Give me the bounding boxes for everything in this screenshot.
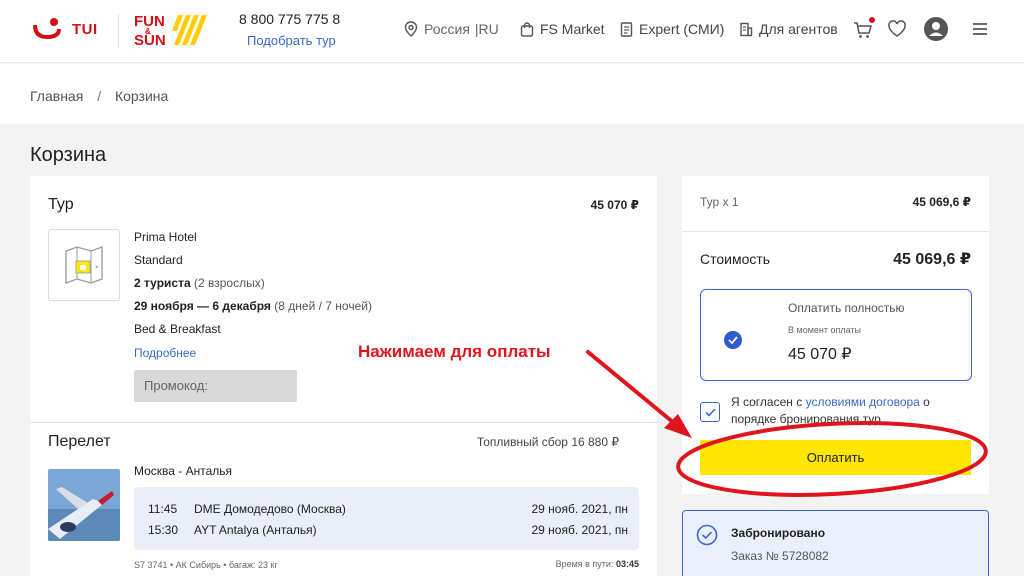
nav-agents[interactable]: Для агентов bbox=[739, 21, 838, 37]
flight-meta: S7 3741 • АК Сибирь • багаж: 23 кг bbox=[134, 560, 278, 570]
nav-expert-label: Expert (СМИ) bbox=[639, 21, 725, 37]
order-number: Заказ № 5728082 bbox=[731, 549, 829, 563]
funsun-logo[interactable]: FUN & SUN bbox=[134, 11, 208, 49]
nav-region-code: |RU bbox=[474, 21, 499, 37]
booked-check-circle-icon bbox=[696, 524, 718, 546]
nav-agents-label: Для агентов bbox=[759, 21, 838, 37]
cart-main-card: Тур 45 070 ₽ × Prima Hotel Standard 2 ту… bbox=[30, 176, 657, 576]
fuel-fee: Топливный сбор 16 880 ₽ bbox=[476, 435, 619, 449]
order-summary-card: Тур x 1 45 069,6 ₽ Стоимость 45 069,6 ₽ … bbox=[682, 176, 989, 494]
meal-plan: Bed & Breakfast bbox=[134, 322, 221, 336]
cost-value: 45 069,6 ₽ bbox=[893, 251, 971, 268]
breadcrumb-current: Корзина bbox=[114, 88, 169, 104]
checkmark-icon bbox=[704, 407, 716, 417]
contract-terms-link[interactable]: условиями договора bbox=[806, 395, 920, 409]
hamburger-menu-icon[interactable] bbox=[972, 22, 988, 41]
breadcrumb: Главная / Корзина bbox=[30, 88, 168, 104]
tourists-info: 2 туриста (2 взрослых) bbox=[134, 276, 265, 290]
selected-check-icon bbox=[724, 331, 742, 349]
breadcrumb-home[interactable]: Главная bbox=[30, 88, 83, 104]
tour-dates: 29 ноября — 6 декабря (8 дней / 7 ночей) bbox=[134, 299, 372, 313]
arrival-airport: AYT Antalya (Анталья) bbox=[194, 523, 317, 537]
tour-count: Тур x 1 bbox=[700, 195, 739, 209]
agree-prefix: Я согласен с bbox=[731, 395, 806, 409]
section-divider bbox=[30, 422, 657, 423]
site-header: TUI FUN & SUN 8 800 775 775 8 Подобрать … bbox=[0, 0, 1024, 63]
tui-smile-icon bbox=[33, 18, 61, 39]
arrival-time: 15:30 bbox=[148, 523, 179, 537]
departure-airport: DME Домодедово (Москва) bbox=[194, 502, 346, 516]
nav-region-label: Россия bbox=[424, 21, 470, 37]
flight-route: Москва - Анталья bbox=[134, 464, 233, 478]
booked-status-card: Забронировано Заказ № 5728082 bbox=[682, 510, 989, 576]
favorites-heart-icon[interactable] bbox=[887, 20, 907, 43]
tour-section-title: Тур bbox=[48, 196, 74, 213]
cart-icon[interactable] bbox=[853, 17, 875, 45]
departure-time: 11:45 bbox=[148, 502, 178, 516]
summary-divider bbox=[682, 231, 989, 232]
shopping-bag-icon bbox=[520, 21, 534, 37]
map-icon: × bbox=[65, 246, 103, 284]
pay-option-title: Оплатить полностью bbox=[788, 301, 905, 315]
flight-duration-label: Время в пути: bbox=[555, 559, 614, 569]
room-type: Standard bbox=[134, 253, 183, 267]
hotel-name: Prima Hotel bbox=[134, 230, 197, 244]
document-icon bbox=[620, 21, 633, 37]
hotel-map-thumbnail[interactable]: × bbox=[48, 229, 120, 301]
tui-logo[interactable]: TUI bbox=[30, 17, 98, 41]
more-details-link[interactable]: Подробнее bbox=[134, 346, 196, 360]
flight-duration-value: 03:45 bbox=[615, 559, 639, 569]
nav-expert[interactable]: Expert (СМИ) bbox=[620, 21, 724, 37]
phone-number[interactable]: 8 800 775 775 8 bbox=[239, 11, 340, 27]
departure-date: 29 нояб. 2021, пн bbox=[531, 502, 628, 516]
tour-dates-range: 29 ноября — 6 декабря bbox=[134, 299, 271, 313]
building-icon bbox=[740, 22, 753, 36]
cost-label: Стоимость bbox=[700, 251, 771, 267]
agree-terms-text: Я согласен с условиями договора о порядк… bbox=[731, 394, 976, 428]
nav-fs-market-label: FS Market bbox=[540, 21, 605, 37]
breadcrumb-separator: / bbox=[97, 88, 102, 104]
svg-text:×: × bbox=[95, 265, 99, 271]
pay-full-option[interactable]: Оплатить полностью В момент оплаты 45 07… bbox=[700, 289, 972, 381]
location-pin-icon bbox=[404, 21, 418, 37]
nav-fs-market[interactable]: FS Market bbox=[520, 21, 605, 37]
flight-section-title: Перелет bbox=[48, 433, 111, 450]
arrival-date: 29 нояб. 2021, пн bbox=[531, 523, 628, 537]
annotation-text: Нажимаем для оплаты bbox=[358, 342, 551, 361]
nav-region[interactable]: Россия |RU bbox=[404, 21, 499, 37]
tour-duration: (8 дней / 7 ночей) bbox=[274, 299, 372, 313]
pick-tour-link[interactable]: Подобрать тур bbox=[247, 33, 336, 48]
tourists-detail: (2 взрослых) bbox=[193, 276, 265, 290]
agree-checkbox[interactable] bbox=[700, 402, 720, 422]
page-title: Корзина bbox=[30, 144, 107, 166]
summary-tour-price: 45 069,6 ₽ bbox=[912, 195, 971, 209]
booked-title: Забронировано bbox=[731, 526, 826, 540]
tourists-count: 2 туриста bbox=[134, 276, 191, 290]
user-avatar-icon[interactable] bbox=[924, 17, 948, 46]
pay-button[interactable]: Оплатить bbox=[700, 440, 971, 475]
pay-option-subtitle: В момент оплаты bbox=[788, 325, 862, 335]
flight-duration: Время в пути: 03:45 bbox=[556, 559, 639, 569]
flight-legs-box: 11:45 DME Домодедово (Москва) 29 нояб. 2… bbox=[134, 487, 639, 550]
airplane-photo bbox=[48, 469, 120, 541]
logo-divider bbox=[118, 14, 119, 48]
cart-badge-dot bbox=[869, 17, 875, 23]
promo-code-input[interactable]: Промокод: bbox=[134, 370, 297, 402]
tour-price: 45 070 ₽ bbox=[590, 198, 639, 212]
pay-option-amount: 45 070 ₽ bbox=[788, 346, 852, 363]
tui-logo-text: TUI bbox=[72, 20, 98, 38]
svg-text:SUN: SUN bbox=[134, 32, 166, 49]
